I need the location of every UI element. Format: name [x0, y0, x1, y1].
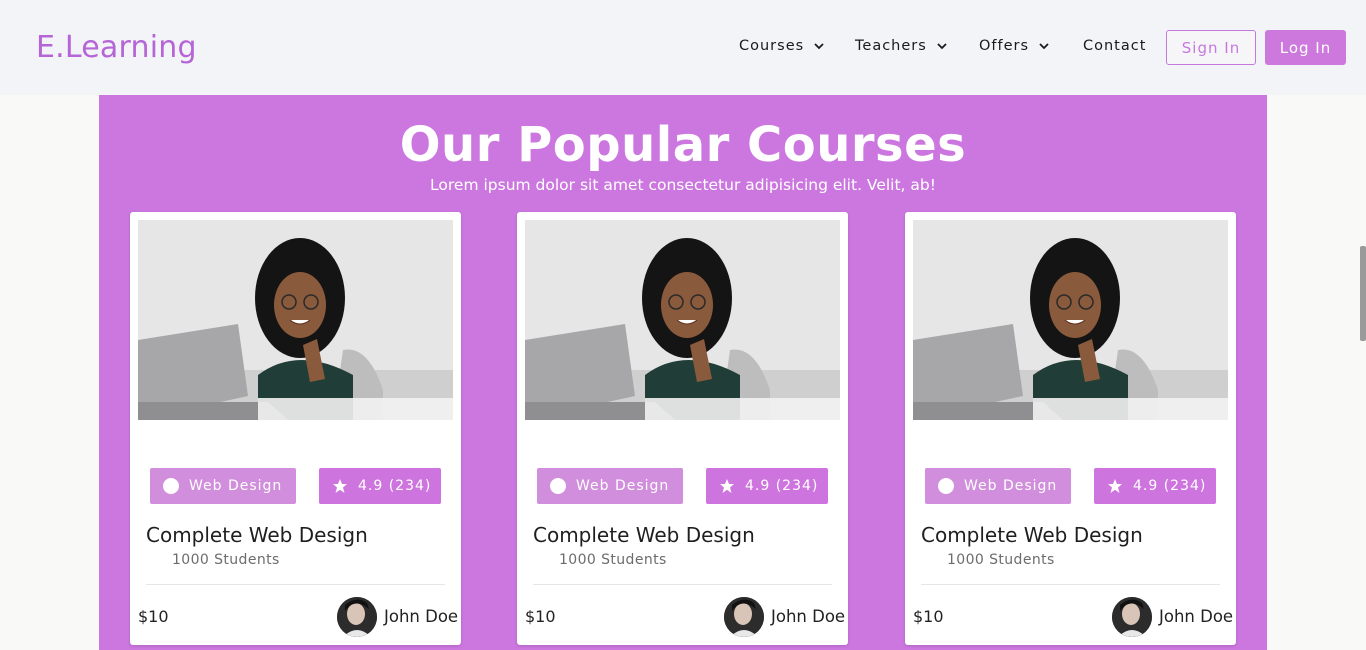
avatar: [337, 597, 377, 637]
star-icon: [333, 479, 347, 493]
scrollbar[interactable]: [1360, 246, 1366, 341]
chevron-down-icon: [937, 43, 947, 50]
course-image: [913, 220, 1228, 420]
teacher-name[interactable]: John Doe: [1159, 607, 1233, 626]
category-tag[interactable]: Web Design: [925, 468, 1071, 504]
divider: [146, 584, 445, 585]
nav-courses[interactable]: Courses: [739, 38, 825, 54]
avatar: [1112, 597, 1152, 637]
category-label: Web Design: [189, 478, 283, 494]
course-card[interactable]: Web Design 4.9 (234) Complete Web Design…: [130, 212, 461, 645]
category-label: Web Design: [964, 478, 1058, 494]
course-image: [138, 220, 453, 420]
course-price: $10: [913, 607, 944, 626]
students-count: 1000 Students: [559, 552, 667, 568]
teacher-name[interactable]: John Doe: [384, 607, 458, 626]
course-price: $10: [138, 607, 169, 626]
teacher-name[interactable]: John Doe: [771, 607, 845, 626]
section-title: Our Popular Courses: [399, 117, 967, 173]
brand-logo[interactable]: E.Learning: [36, 30, 197, 65]
category-tag[interactable]: Web Design: [537, 468, 683, 504]
chevron-down-icon: [814, 43, 824, 50]
course-price: $10: [525, 607, 556, 626]
top-navbar: E.Learning Courses Teachers Offers Conta…: [0, 0, 1366, 95]
rating-label: 4.9 (234): [1133, 478, 1207, 494]
nav-teachers-label: Teachers: [855, 38, 927, 54]
circle-icon: [550, 478, 566, 494]
course-card[interactable]: Web Design 4.9 (234) Complete Web Design…: [905, 212, 1236, 645]
star-icon: [1108, 479, 1122, 493]
course-title[interactable]: Complete Web Design: [533, 523, 755, 547]
category-tag[interactable]: Web Design: [150, 468, 296, 504]
divider: [533, 584, 832, 585]
nav-contact-label: Contact: [1083, 38, 1147, 54]
section-subtitle: Lorem ipsum dolor sit amet consectetur a…: [430, 176, 936, 194]
course-card[interactable]: Web Design 4.9 (234) Complete Web Design…: [517, 212, 848, 645]
course-image: [525, 220, 840, 420]
course-title[interactable]: Complete Web Design: [921, 523, 1143, 547]
nav-contact[interactable]: Contact: [1083, 38, 1146, 54]
divider: [921, 584, 1220, 585]
circle-icon: [163, 478, 179, 494]
students-count: 1000 Students: [947, 552, 1055, 568]
students-count: 1000 Students: [172, 552, 280, 568]
rating-tag[interactable]: 4.9 (234): [319, 468, 441, 504]
rating-tag[interactable]: 4.9 (234): [706, 468, 828, 504]
nav-courses-label: Courses: [739, 38, 805, 54]
nav-teachers[interactable]: Teachers: [855, 38, 948, 54]
circle-icon: [938, 478, 954, 494]
rating-label: 4.9 (234): [358, 478, 432, 494]
log-in-button[interactable]: Log In: [1265, 30, 1346, 65]
avatar: [724, 597, 764, 637]
rating-tag[interactable]: 4.9 (234): [1094, 468, 1216, 504]
rating-label: 4.9 (234): [745, 478, 819, 494]
nav-offers-label: Offers: [979, 38, 1030, 54]
sign-in-button[interactable]: Sign In: [1166, 30, 1256, 65]
nav-offers[interactable]: Offers: [979, 38, 1050, 54]
chevron-down-icon: [1039, 43, 1049, 50]
category-label: Web Design: [576, 478, 670, 494]
star-icon: [720, 479, 734, 493]
course-title[interactable]: Complete Web Design: [146, 523, 368, 547]
